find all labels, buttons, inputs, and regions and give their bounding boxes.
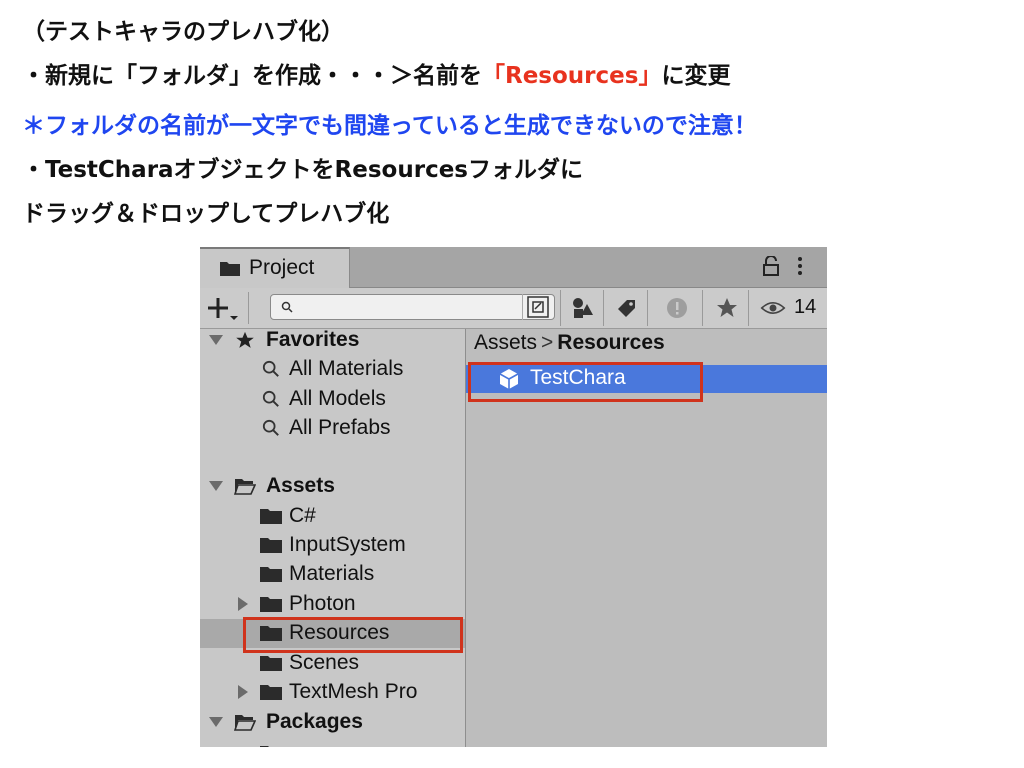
tab-project-label: Project <box>249 256 315 279</box>
open-folder-icon <box>234 479 256 495</box>
expand-arrow-icon[interactable] <box>208 479 224 493</box>
tree-item-label: InputSystem <box>289 533 406 556</box>
toolbar-separator <box>647 290 648 326</box>
tree-folder-textmeshpro[interactable]: TextMesh Pro <box>200 678 465 707</box>
add-icon[interactable] <box>204 292 249 324</box>
folder-icon <box>260 597 282 612</box>
project-toolbar: 14 <box>200 288 827 329</box>
project-window: Project 14 Favorites All Materials All M… <box>200 247 827 747</box>
tree-package-cutoff[interactable] <box>200 739 465 747</box>
folder-icon <box>260 746 269 747</box>
search-toggle-icon[interactable] <box>522 294 553 320</box>
tree-all-materials[interactable]: All Materials <box>200 355 465 384</box>
folder-icon <box>220 262 240 276</box>
expand-arrow-icon[interactable] <box>208 715 224 729</box>
caption-title: （テストキャラのプレハブ化） <box>22 19 344 45</box>
star-icon <box>236 331 254 348</box>
caption-step-2: ・TestCharaオブジェクトをResourcesフォルダに <box>22 157 583 183</box>
expand-arrow-icon[interactable] <box>208 333 224 347</box>
tree-folder-photon[interactable]: Photon <box>200 590 465 619</box>
tree-assets-label: Assets <box>266 474 335 497</box>
tree-item-label: All Prefabs <box>289 416 391 439</box>
kebab-menu-icon[interactable] <box>797 256 803 276</box>
tree-folder-materials[interactable]: Materials <box>200 560 465 589</box>
caption-step-1-folder-name: 「Resources」 <box>482 63 662 89</box>
breadcrumb-assets[interactable]: Assets <box>474 331 537 354</box>
tree-all-prefabs[interactable]: All Prefabs <box>200 414 465 443</box>
tree-folder-csharp[interactable]: C# <box>200 502 465 531</box>
tree-all-models[interactable]: All Models <box>200 385 465 414</box>
tab-project[interactable]: Project <box>200 247 350 288</box>
tree-packages-label: Packages <box>266 710 363 733</box>
caption-step-1-c: に変更 <box>661 63 731 89</box>
breadcrumb-current[interactable]: Resources <box>557 331 664 354</box>
label-filter-icon[interactable] <box>614 296 640 320</box>
toolbar-separator <box>748 290 749 326</box>
search-input[interactable] <box>270 294 555 320</box>
toolbar-separator <box>560 290 561 326</box>
breadcrumb-separator: > <box>541 331 554 354</box>
open-folder-icon <box>234 715 256 731</box>
collapse-arrow-icon[interactable] <box>235 685 251 699</box>
caption-step-1: ・新規に「フォルダ」を作成・・・＞名前を「Resources」に変更 <box>22 60 730 92</box>
tree-item-label: Materials <box>289 562 375 585</box>
tree-assets[interactable]: Assets <box>200 472 465 501</box>
search-icon <box>262 360 279 377</box>
tree-item-label: Photon <box>289 592 356 615</box>
tree-favorites[interactable]: Favorites <box>200 326 465 355</box>
hidden-count: 14 <box>794 296 817 318</box>
toolbar-separator <box>702 290 703 326</box>
folder-icon <box>260 538 282 553</box>
caption-warning: ＊フォルダの名前が一文字でも間違っていると生成できないので注意！ <box>22 113 757 139</box>
search-icon <box>281 301 293 313</box>
tree-item-label: C# <box>289 504 316 527</box>
tree-folder-inputsystem[interactable]: InputSystem <box>200 531 465 560</box>
warning-icon[interactable] <box>664 296 690 320</box>
eye-icon[interactable] <box>760 296 786 320</box>
search-icon <box>262 419 279 436</box>
folder-icon <box>260 685 282 700</box>
toolbar-separator <box>603 290 604 326</box>
resources-highlight-box <box>243 617 463 653</box>
folder-icon <box>260 656 282 671</box>
folder-icon <box>260 567 282 582</box>
tree-folder-scenes[interactable]: Scenes <box>200 649 465 678</box>
tab-bar: Project <box>200 247 827 288</box>
folder-tree: Favorites All Materials All Models All P… <box>200 326 466 747</box>
tree-favorites-label: Favorites <box>266 328 360 351</box>
tree-item-label: Scenes <box>289 651 360 674</box>
search-icon <box>262 390 279 407</box>
caption-step-1-a: ・新規に「フォルダ」を作成・・・＞名前を <box>22 63 482 89</box>
tree-item-label: TextMesh Pro <box>289 680 418 703</box>
type-filter-icon[interactable] <box>570 296 596 320</box>
tree-item-label: All Models <box>289 387 386 410</box>
caption-step-2-cont: ドラッグ＆ドロップしてプレハブ化 <box>22 201 390 227</box>
breadcrumb: Assets > Resources <box>474 331 665 355</box>
favorite-icon[interactable] <box>714 296 740 320</box>
lock-icon[interactable] <box>763 256 779 276</box>
collapse-arrow-icon[interactable] <box>235 597 251 611</box>
tree-item-label: All Materials <box>289 357 404 380</box>
testchara-highlight-box <box>468 362 703 402</box>
folder-icon <box>260 509 282 524</box>
tree-packages[interactable]: Packages <box>200 708 465 737</box>
